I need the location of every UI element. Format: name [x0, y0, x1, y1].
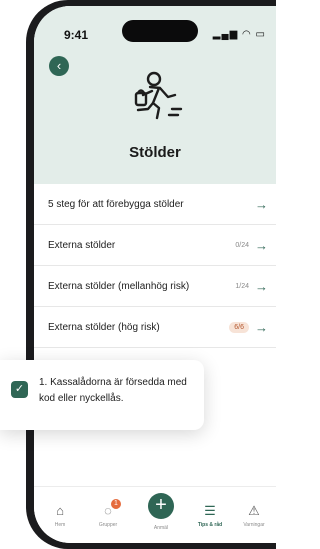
- list-item[interactable]: Externa stölder (hög risk) 6/6 →: [34, 307, 276, 348]
- running-thief-icon: [134, 71, 183, 120]
- chevron-left-icon: ‹: [56, 58, 62, 73]
- tab-label: Tips & råd: [197, 522, 223, 528]
- home-icon: ⌂: [56, 503, 64, 518]
- notification-badge: 1: [111, 499, 121, 509]
- plus-icon: +: [155, 494, 167, 516]
- tab-home[interactable]: ⌂ Hem: [42, 503, 78, 528]
- progress-badge: 6/6: [229, 321, 249, 333]
- hero-header: 9:41 ▂▄▆ ◠ ▭ ‹ Stölder: [34, 6, 276, 184]
- list-item[interactable]: Externa stölder (mellanhög risk) 1/24 →: [34, 266, 276, 307]
- dynamic-island: [122, 20, 198, 42]
- list-item-label: Externa stölder (mellanhög risk): [48, 280, 190, 292]
- back-button[interactable]: ‹: [49, 56, 69, 76]
- page-title: Stölder: [129, 144, 181, 161]
- checklist-icon: ☰: [204, 503, 216, 518]
- list-item-label: Externa stölder: [48, 239, 116, 251]
- tab-label: Grupper: [98, 522, 118, 528]
- list-item[interactable]: Externa stölder 0/24 →: [34, 225, 276, 266]
- report-button[interactable]: +: [148, 493, 174, 519]
- arrow-right-icon: →: [255, 196, 268, 212]
- arrow-right-icon: →: [255, 278, 268, 294]
- arrow-right-icon: →: [255, 319, 268, 335]
- progress-count: 1/24: [235, 282, 249, 290]
- checklist-toast[interactable]: ✓ 1. Kassalådorna är försedda med kod el…: [0, 360, 204, 430]
- report-label: Anmäl: [153, 525, 169, 531]
- topic-list: 5 steg för att förebygga stölder → Exter…: [34, 184, 276, 348]
- tab-tips[interactable]: ☰ Tips & råd: [192, 503, 228, 528]
- tab-label: Hem: [54, 522, 66, 528]
- tab-groups[interactable]: ◌ 1 Grupper: [90, 499, 126, 528]
- list-item-label: 5 steg för att förebygga stölder: [48, 198, 184, 210]
- app-screen: 9:41 ▂▄▆ ◠ ▭ ‹ Stölder 5 steg för att fö…: [34, 6, 276, 543]
- status-icons: ▂▄▆ ◠ ▭: [212, 29, 266, 40]
- arrow-right-icon: →: [255, 237, 268, 253]
- tab-warnings[interactable]: ⚠ Varningar: [236, 503, 272, 528]
- progress-count: 0/24: [235, 241, 249, 249]
- list-item[interactable]: 5 steg för att förebygga stölder →: [34, 184, 276, 225]
- tab-label: Varningar: [243, 522, 265, 528]
- warning-icon: ⚠: [248, 503, 260, 518]
- list-item-label: Externa stölder (hög risk): [48, 321, 160, 333]
- checkbox-checked-icon[interactable]: ✓: [11, 381, 28, 398]
- status-time: 9:41: [64, 28, 89, 42]
- toast-text: 1. Kassalådorna är försedda med kod elle…: [39, 377, 187, 404]
